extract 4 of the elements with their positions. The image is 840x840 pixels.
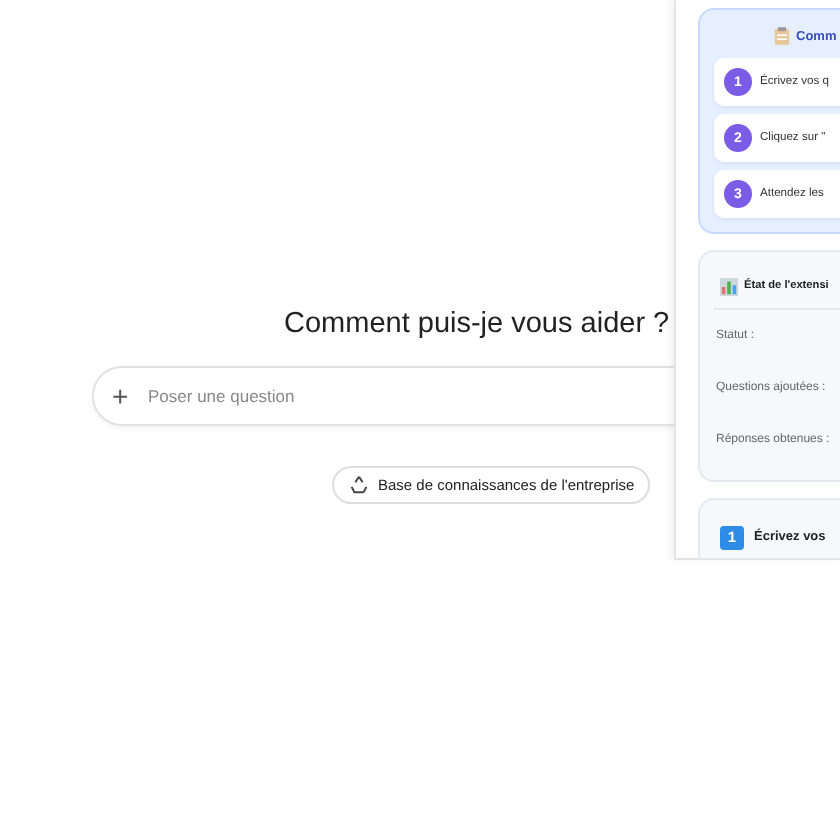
add-button[interactable]: + [112,380,132,412]
bar-chart-icon [720,277,738,295]
heading: Comment puis-je vous aider ? [284,308,670,340]
clipboard-icon [774,26,790,46]
